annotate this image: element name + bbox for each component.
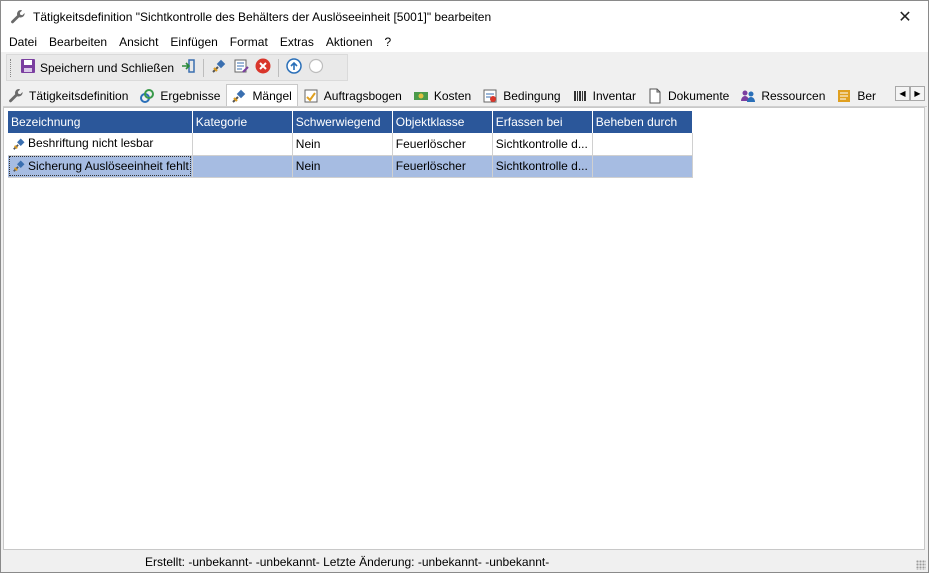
cell-bezeichnung[interactable]: Sicherung Auslöseeinheit fehlt <box>8 155 193 178</box>
cancel-button[interactable] <box>252 57 274 79</box>
cell-kategorie[interactable] <box>192 155 293 178</box>
column-header-schwerwiegend[interactable]: Schwerwiegend <box>292 111 393 133</box>
cell-beheben-durch[interactable] <box>592 155 693 178</box>
cancel-icon <box>255 58 271 77</box>
cell-schwerwiegend[interactable]: Nein <box>292 155 393 178</box>
menu-format[interactable]: Format <box>224 35 274 49</box>
save-icon <box>20 58 36 77</box>
tab-taetigkeitsdefinition[interactable]: Tätigkeitsdefinition <box>3 85 134 106</box>
cell-bezeichnung[interactable]: Beshriftung nicht lesbar <box>8 133 193 156</box>
table-row[interactable]: Beshriftung nicht lesbar Nein Feuerlösch… <box>8 133 693 156</box>
tab-berichte[interactable]: Ber <box>831 85 882 106</box>
app-window: Tätigkeitsdefinition "Sichtkontrolle des… <box>0 0 929 573</box>
defect-icon <box>231 88 247 104</box>
navigate-up-button[interactable] <box>283 57 305 79</box>
tab-scroll-right-icon[interactable]: ▶ <box>910 86 925 101</box>
arrow-up-circle-icon <box>286 58 302 77</box>
menu-bar: Datei Bearbeiten Ansicht Einfügen Format… <box>1 32 928 52</box>
defect-icon <box>211 58 227 77</box>
tab-label: Inventar <box>592 88 636 103</box>
wrench-icon <box>8 88 24 104</box>
toolbar-separator <box>278 58 280 77</box>
defects-table: Bezeichnung Kategorie Schwerwiegend Obje… <box>8 111 693 178</box>
column-header-kategorie[interactable]: Kategorie <box>192 111 293 133</box>
tab-dokumente[interactable]: Dokumente <box>642 85 735 106</box>
tab-scroll-buttons: ◀ ▶ <box>895 86 925 101</box>
cell-text: Beshriftung nicht lesbar <box>28 136 154 151</box>
menu-help[interactable]: ? <box>379 35 398 49</box>
cell-beheben-durch[interactable] <box>592 133 693 156</box>
navigate-down-button[interactable] <box>305 57 327 79</box>
tab-inventar[interactable]: Inventar <box>567 85 642 106</box>
condition-icon <box>482 88 498 104</box>
cell-erfassen-bei[interactable]: Sichtkontrolle d... <box>492 155 593 178</box>
cell-schwerwiegend[interactable]: Nein <box>292 133 393 156</box>
tab-maengel[interactable]: Mängel <box>226 84 298 106</box>
resize-grip-icon[interactable] <box>916 560 926 570</box>
cell-erfassen-bei[interactable]: Sichtkontrolle d... <box>492 133 593 156</box>
exit-icon <box>180 58 196 77</box>
menu-aktionen[interactable]: Aktionen <box>320 35 379 49</box>
tab-kosten[interactable]: Kosten <box>408 85 477 106</box>
defect-icon <box>11 159 27 173</box>
cell-kategorie[interactable] <box>192 133 293 156</box>
edit-list-icon <box>233 58 249 77</box>
table-header-row: Bezeichnung Kategorie Schwerwiegend Obje… <box>8 111 693 133</box>
cell-objektklasse[interactable]: Feuerlöscher <box>392 133 493 156</box>
tab-label: Tätigkeitsdefinition <box>29 88 129 103</box>
results-icon <box>139 88 155 104</box>
save-close-button[interactable]: Speichern und Schließen <box>17 57 177 79</box>
menu-extras[interactable]: Extras <box>274 35 320 49</box>
exit-button[interactable] <box>177 57 199 79</box>
tab-label: Ergebnisse <box>160 88 221 103</box>
edit-list-button[interactable] <box>230 57 252 79</box>
tab-bedingung[interactable]: Bedingung <box>477 85 566 106</box>
menu-bearbeiten[interactable]: Bearbeiten <box>43 35 113 49</box>
column-header-objektklasse[interactable]: Objektklasse <box>392 111 493 133</box>
tab-scroll-left-icon[interactable]: ◀ <box>895 86 910 101</box>
tab-label: Kosten <box>433 88 472 103</box>
money-icon <box>413 88 429 104</box>
cell-text: Sicherung Auslöseeinheit fehlt <box>28 158 189 173</box>
defects-panel: Bezeichnung Kategorie Schwerwiegend Obje… <box>3 107 925 550</box>
close-button[interactable]: ✕ <box>882 1 928 32</box>
cell-objektklasse[interactable]: Feuerlöscher <box>392 155 493 178</box>
menu-einfuegen[interactable]: Einfügen <box>164 35 223 49</box>
menu-datei[interactable]: Datei <box>3 35 43 49</box>
column-header-bezeichnung[interactable]: Bezeichnung <box>8 111 193 133</box>
toolbar-separator <box>203 58 205 77</box>
tab-ressourcen[interactable]: Ressourcen <box>735 85 831 106</box>
column-header-beheben-durch[interactable]: Beheben durch <box>592 111 693 133</box>
table-row[interactable]: Sicherung Auslöseeinheit fehlt Nein Feue… <box>8 155 693 178</box>
inventory-icon <box>572 88 588 104</box>
tab-label: Dokumente <box>667 88 730 103</box>
circle-disabled-icon <box>308 58 324 77</box>
tab-label: Bedingung <box>503 88 561 103</box>
tab-label: Mängel <box>252 88 292 103</box>
toolbar-grip[interactable] <box>10 58 13 77</box>
report-icon <box>836 88 852 104</box>
defect-icon <box>11 137 27 151</box>
wrench-icon <box>10 9 26 25</box>
status-text: Erstellt: -unbekannt- -unbekannt- Letzte… <box>145 555 550 569</box>
toolbar: Speichern und Schließen <box>6 54 348 81</box>
document-icon <box>647 88 663 104</box>
order-sheet-icon <box>303 88 319 104</box>
tab-label: Auftragsbogen <box>323 88 402 103</box>
column-header-erfassen-bei[interactable]: Erfassen bei <box>492 111 593 133</box>
menu-ansicht[interactable]: Ansicht <box>113 35 164 49</box>
title-bar: Tätigkeitsdefinition "Sichtkontrolle des… <box>1 1 928 32</box>
save-close-label: Speichern und Schließen <box>40 60 175 75</box>
defect-tool-button[interactable] <box>208 57 230 79</box>
tab-label: Ressourcen <box>761 88 826 103</box>
tab-auftragsbogen[interactable]: Auftragsbogen <box>298 85 408 106</box>
window-title: Tätigkeitsdefinition "Sichtkontrolle des… <box>33 9 492 24</box>
status-bar: Erstellt: -unbekannt- -unbekannt- Letzte… <box>1 552 928 572</box>
people-icon <box>740 88 756 104</box>
tab-ergebnisse[interactable]: Ergebnisse <box>134 85 226 106</box>
tab-label: Ber <box>857 88 877 103</box>
tab-strip: Tätigkeitsdefinition Ergebnisse Mängel A… <box>3 84 927 107</box>
